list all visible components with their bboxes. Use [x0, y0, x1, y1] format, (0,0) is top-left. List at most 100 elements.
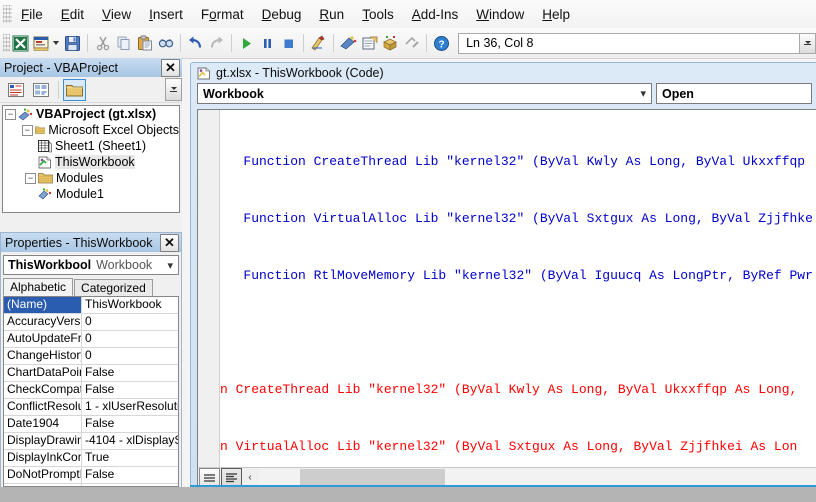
view-excel-icon[interactable]	[11, 31, 30, 55]
menu-item-tools[interactable]: Tools	[353, 3, 403, 26]
tab-alphabetic[interactable]: Alphabetic	[3, 278, 74, 296]
property-name: CheckCompatibility	[4, 382, 82, 398]
code-line: n CreateThread Lib "kernel32" (ByVal Kwl…	[220, 382, 798, 397]
menu-item-format[interactable]: Format	[192, 3, 253, 26]
reset-icon[interactable]	[279, 31, 298, 55]
horizontal-scrollbar-thumb[interactable]	[300, 469, 445, 486]
redo-icon[interactable]	[207, 31, 226, 55]
property-value[interactable]: 1 - xlUserResolution	[82, 399, 178, 415]
procedure-combo[interactable]: Open	[656, 83, 812, 104]
help-icon[interactable]: ?	[432, 31, 451, 55]
position-indicator[interactable]: Ln 36, Col 8	[458, 32, 816, 54]
scroll-left-icon[interactable]: ‹	[242, 469, 258, 486]
project-tree[interactable]: − VBAProject (gt.xlsx) − Microsoft Excel…	[2, 105, 180, 213]
property-row[interactable]: DisplayInkComments True	[4, 450, 178, 467]
menu-item-debug[interactable]: Debug	[253, 3, 311, 26]
worksheet-icon	[38, 139, 52, 152]
property-value[interactable]: False	[82, 365, 178, 381]
tree-item-vbaproject[interactable]: − VBAProject (gt.xlsx)	[3, 106, 179, 122]
project-explorer-spinner[interactable]	[165, 78, 182, 101]
run-icon[interactable]	[237, 31, 256, 55]
property-value[interactable]: 0	[82, 314, 178, 330]
property-row[interactable]: (Name) ThisWorkbook	[4, 297, 178, 314]
property-value[interactable]: False	[82, 416, 178, 432]
view-code-icon[interactable]	[4, 79, 27, 101]
property-row[interactable]: AutoUpdateFrequency 0	[4, 331, 178, 348]
design-mode-icon[interactable]	[309, 31, 328, 55]
close-icon[interactable]: ✕	[161, 58, 180, 77]
tree-item-sheet1[interactable]: Sheet1 (Sheet1)	[3, 138, 179, 154]
code-editor[interactable]: Function CreateThread Lib "kernel32" (By…	[197, 109, 816, 487]
property-row[interactable]: CheckCompatibility False	[4, 382, 178, 399]
property-name: ConflictResolution	[4, 399, 82, 415]
property-value[interactable]: False	[82, 382, 178, 398]
properties-window-icon[interactable]	[360, 31, 379, 55]
chevron-down-icon[interactable]: ▾	[167, 259, 173, 272]
view-object-icon[interactable]	[29, 79, 52, 101]
horizontal-scrollbar-track[interactable]	[258, 469, 816, 486]
menu-item-addins[interactable]: Add-Ins	[403, 3, 468, 26]
menu-bar-grip[interactable]	[3, 5, 12, 23]
property-name: DisplayDrawingObjects	[4, 433, 82, 449]
property-row[interactable]: DoNotPromptForConvert False	[4, 467, 178, 484]
close-icon[interactable]: ✕	[160, 233, 179, 252]
insert-dropdown-arrow[interactable]	[53, 41, 60, 45]
property-name: AutoUpdateFrequency	[4, 331, 82, 347]
properties-object-combo[interactable]: ThisWorkbool Workbook ▾	[3, 255, 179, 275]
code-text[interactable]: Function CreateThread Lib "kernel32" (By…	[220, 110, 816, 457]
menu-item-window[interactable]: Window	[467, 3, 533, 26]
toggle-folders-icon[interactable]	[63, 78, 86, 101]
property-row[interactable]: ChartDataPointTrack False	[4, 365, 178, 382]
paste-icon[interactable]	[135, 31, 154, 55]
cut-icon[interactable]	[93, 31, 112, 55]
tree-item-modules[interactable]: − Modules	[3, 170, 179, 186]
menu-item-insert[interactable]: Insert	[140, 3, 192, 26]
toolbar-separator-6	[426, 34, 427, 52]
position-spinner[interactable]	[799, 33, 816, 53]
save-icon[interactable]	[63, 31, 82, 55]
collapse-icon[interactable]: −	[21, 124, 33, 136]
break-icon[interactable]	[258, 31, 277, 55]
property-value[interactable]: 0	[82, 348, 178, 364]
undo-icon[interactable]	[186, 31, 205, 55]
property-name: DoNotPromptForConvert	[4, 467, 82, 483]
folder-icon	[38, 173, 53, 184]
toolbox-icon[interactable]	[402, 31, 421, 55]
toolbar-separator-1	[87, 34, 88, 52]
property-value[interactable]: False	[82, 467, 178, 483]
property-row[interactable]: ChangeHistoryDuration 0	[4, 348, 178, 365]
properties-grid[interactable]: (Name) ThisWorkbook AccuracyVersion 0 Au…	[3, 296, 179, 487]
tree-item-thisworkbook[interactable]: ThisWorkbook	[3, 154, 179, 170]
insert-userform-icon[interactable]	[32, 31, 51, 55]
menu-item-file[interactable]: FFileile	[12, 3, 52, 26]
code-combo-row: Workbook ▾ Open	[191, 83, 816, 105]
property-row[interactable]: Date1904 False	[4, 416, 178, 433]
property-row[interactable]: AccuracyVersion 0	[4, 314, 178, 331]
menu-item-view[interactable]: View	[93, 3, 140, 26]
property-value[interactable]: ThisWorkbook	[82, 297, 178, 313]
menu-item-edit[interactable]: Edit	[52, 3, 93, 26]
menu-item-help[interactable]: Help	[533, 3, 579, 26]
property-row[interactable]: ConflictResolution 1 - xlUserResolution	[4, 399, 178, 416]
vba-editor-window: FFileile Edit View Insert Format Debug R…	[0, 0, 816, 502]
collapse-icon[interactable]: −	[5, 108, 16, 120]
collapse-icon[interactable]: −	[25, 172, 36, 184]
chevron-down-icon[interactable]: ▾	[640, 87, 646, 100]
toolbar-grip[interactable]	[3, 34, 10, 52]
property-value[interactable]: 0	[82, 331, 178, 347]
find-icon[interactable]	[156, 31, 175, 55]
position-indicator-label: Ln 36, Col 8	[466, 36, 534, 50]
project-explorer-icon[interactable]	[339, 31, 358, 55]
property-row[interactable]: DisplayDrawingObjects -4104 - xlDisplayS…	[4, 433, 178, 450]
property-value[interactable]: True	[82, 450, 178, 466]
tree-item-excel-objects[interactable]: − Microsoft Excel Objects	[3, 122, 179, 138]
object-combo[interactable]: Workbook ▾	[197, 83, 652, 104]
copy-icon[interactable]	[114, 31, 133, 55]
module-icon	[38, 188, 52, 200]
object-browser-icon[interactable]	[381, 31, 400, 55]
code-margin-indicator-bar[interactable]	[198, 110, 220, 487]
property-value[interactable]: -4104 - xlDisplayShapes	[82, 433, 178, 449]
tab-categorized[interactable]: Categorized	[74, 279, 153, 296]
tree-item-module1[interactable]: Module1	[3, 186, 179, 202]
menu-item-run[interactable]: Run	[310, 3, 353, 26]
